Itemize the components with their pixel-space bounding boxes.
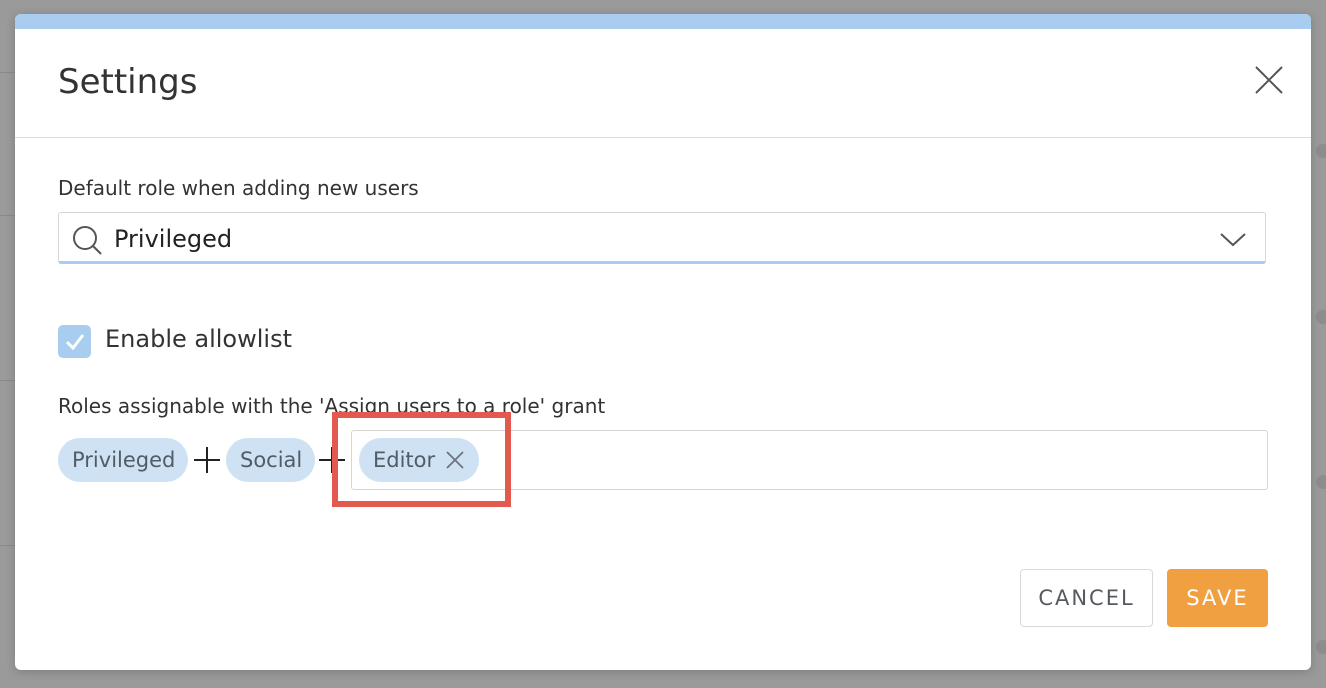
save-button[interactable]: SAVE <box>1167 569 1268 627</box>
allowlist-label[interactable]: Enable allowlist <box>105 325 292 353</box>
chip-label: Social <box>240 448 303 472</box>
backdrop-divider <box>0 380 15 381</box>
default-role-label: Default role when adding new users <box>58 176 419 200</box>
chip-label: Editor <box>373 448 436 472</box>
close-button[interactable] <box>1249 60 1289 100</box>
role-chip-social[interactable]: Social <box>226 438 315 482</box>
backdrop-toggle <box>1316 144 1326 158</box>
backdrop-toggle <box>1316 310 1326 324</box>
plus-icon <box>319 447 345 473</box>
dialog-header: Settings <box>15 29 1311 138</box>
plus-icon <box>194 447 220 473</box>
allowlist-checkbox[interactable] <box>58 325 91 358</box>
cancel-button[interactable]: CANCEL <box>1020 569 1153 627</box>
dialog-accent-bar <box>15 14 1311 29</box>
backdrop-toggle <box>1316 475 1326 489</box>
chip-remove-button[interactable] <box>445 449 465 471</box>
role-chip-privileged[interactable]: Privileged <box>58 438 188 482</box>
role-chip-editor[interactable]: Editor <box>359 438 479 482</box>
dialog-title: Settings <box>58 62 198 102</box>
assignable-roles-input[interactable] <box>351 430 1268 490</box>
backdrop-divider <box>0 72 15 73</box>
assignable-roles-label: Roles assignable with the 'Assign users … <box>58 394 606 418</box>
backdrop-divider <box>0 215 15 216</box>
default-role-select[interactable]: Privileged <box>58 212 1266 264</box>
chip-label: Privileged <box>72 448 176 472</box>
backdrop-divider <box>0 545 15 546</box>
backdrop-toggle <box>1316 640 1326 654</box>
search-icon <box>73 226 102 255</box>
close-icon <box>1255 66 1283 94</box>
close-icon <box>446 451 464 469</box>
settings-dialog: Settings Default role when adding new us… <box>15 14 1311 670</box>
default-role-value: Privileged <box>114 225 233 253</box>
chevron-down-icon <box>1220 233 1246 247</box>
checkmark-icon <box>65 333 84 350</box>
